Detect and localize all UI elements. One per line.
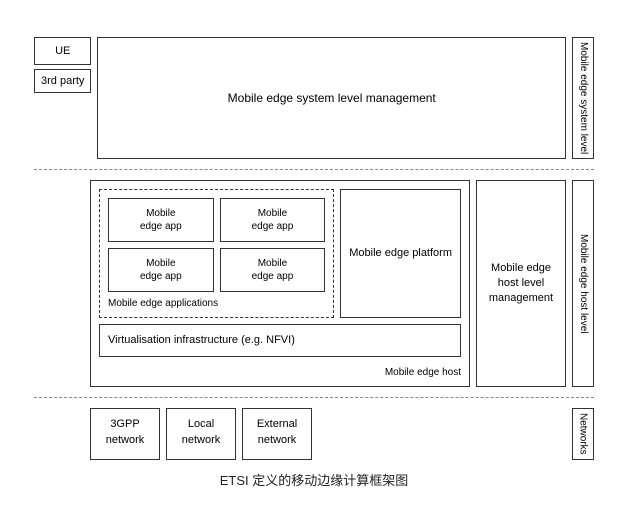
party-box: 3rd party — [34, 69, 91, 93]
system-mgmt-box: Mobile edge system level management — [97, 37, 566, 159]
host-mgmt-box: Mobile edge host level management — [476, 180, 566, 387]
host-top-row: Mobileedge app Mobileedge app Mobileedge… — [99, 189, 461, 318]
platform-label: Mobile edge platform — [349, 246, 452, 261]
app-box-4: Mobileedge app — [220, 248, 326, 292]
app-box-1: Mobileedge app — [108, 198, 214, 242]
system-level-row: UE 3rd party Mobile edge system level ma… — [34, 37, 594, 159]
platform-box: Mobile edge platform — [340, 189, 461, 318]
spacer2 — [34, 408, 84, 460]
host-level-row: Mobileedge app Mobileedge app Mobileedge… — [34, 180, 594, 387]
system-mgmt-label: Mobile edge system level management — [228, 91, 436, 105]
apps-section-label: Mobile edge applications — [108, 298, 325, 309]
caption: ETSI 定义的移动边缘计算框架图 — [34, 470, 594, 489]
app-box-2: Mobileedge app — [220, 198, 326, 242]
host-mgmt-label: Mobile edge host level management — [481, 261, 561, 307]
apps-container: Mobileedge app Mobileedge app Mobileedge… — [99, 189, 334, 318]
network-box-3gpp: 3GPPnetwork — [90, 408, 160, 460]
host-inner-layout: Mobileedge app Mobileedge app Mobileedge… — [99, 189, 461, 378]
host-outer-box: Mobileedge app Mobileedge app Mobileedge… — [90, 180, 470, 387]
side-system-label: Mobile edge system level — [572, 37, 594, 159]
network-box-local: Localnetwork — [166, 408, 236, 460]
outer-layout: UE 3rd party Mobile edge system level ma… — [34, 37, 594, 460]
app-box-3: Mobileedge app — [108, 248, 214, 292]
networks-boxes: 3GPPnetwork Localnetwork Externalnetwork — [90, 408, 470, 460]
spacer3 — [476, 408, 566, 460]
side-host-label: Mobile edge host level — [572, 180, 594, 387]
diagram-container: UE 3rd party Mobile edge system level ma… — [24, 27, 604, 499]
dashed-separator-1 — [34, 169, 594, 170]
apps-grid: Mobileedge app Mobileedge app Mobileedge… — [108, 198, 325, 292]
party-label: 3rd party — [41, 75, 84, 87]
networks-row: 3GPPnetwork Localnetwork Externalnetwork… — [34, 408, 594, 460]
spacer — [34, 180, 84, 387]
side-networks-label: Networks — [572, 408, 594, 460]
virt-box: Virtualisation infrastructure (e.g. NFVI… — [99, 324, 461, 357]
dashed-separator-2 — [34, 397, 594, 398]
network-box-external: Externalnetwork — [242, 408, 312, 460]
host-inner-label: Mobile edge host — [99, 367, 461, 378]
ue-box: UE — [34, 37, 91, 65]
ue-party-column: UE 3rd party — [34, 37, 91, 159]
